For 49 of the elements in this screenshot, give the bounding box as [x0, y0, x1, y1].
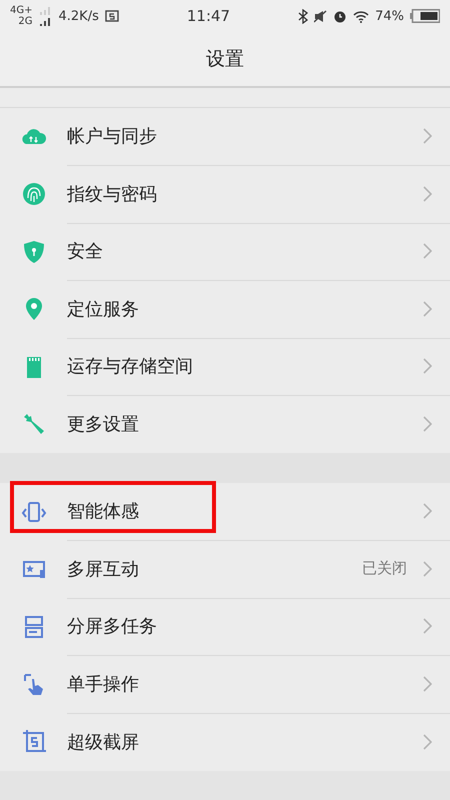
chevron-right-icon — [423, 618, 432, 634]
chevron-right-icon — [423, 560, 432, 577]
item-label: 多屏互动 — [67, 558, 140, 581]
chevron-right-icon — [423, 358, 432, 374]
battery-percent: 74% — [375, 8, 404, 24]
settings-item[interactable]: 帐户与同步 — [0, 108, 450, 166]
settings-item[interactable]: 超级截屏 — [0, 713, 450, 770]
settings-item[interactable]: 智能体感 — [0, 483, 450, 540]
clock: 11:47 — [186, 7, 230, 25]
screenshot-icon — [104, 10, 119, 22]
network-type: 4G+ — [10, 5, 32, 16]
item-label: 定位服务 — [67, 298, 140, 321]
network-speed: 4.2K/s — [58, 8, 99, 24]
chevron-right-icon — [423, 243, 432, 260]
chevron-right-icon — [423, 416, 432, 432]
chevron-right-icon — [423, 676, 432, 692]
item-label: 更多设置 — [67, 413, 140, 436]
page-title: 设置 — [206, 47, 244, 72]
chevron-right-icon — [423, 186, 432, 202]
item-label: 帐户与同步 — [67, 125, 158, 148]
item-label: 指纹与密码 — [67, 182, 158, 206]
network-type: 2G — [18, 16, 32, 27]
settings-item[interactable]: 运存与存储空间 — [0, 338, 450, 396]
chevron-right-icon — [423, 300, 432, 317]
item-label: 单手操作 — [67, 672, 140, 696]
settings-item[interactable]: 单手操作 — [0, 656, 450, 713]
settings-item[interactable]: 多屏互动 已关闭 — [0, 540, 450, 598]
bluetooth-icon — [298, 8, 308, 24]
item-label: 分屏多任务 — [67, 615, 158, 638]
settings-item[interactable]: 指纹与密码 — [0, 166, 450, 223]
wifi-icon — [353, 10, 370, 22]
chevron-right-icon — [423, 503, 432, 520]
settings-item[interactable]: 安全 — [0, 223, 450, 280]
chevron-right-icon — [423, 128, 432, 144]
settings-item[interactable]: 分屏多任务 — [0, 598, 450, 656]
item-status: 已关闭 — [362, 559, 407, 578]
battery-icon — [410, 9, 440, 23]
settings-item[interactable]: 定位服务 — [0, 280, 450, 338]
settings-item[interactable]: 更多设置 — [0, 396, 450, 453]
item-label: 智能体感 — [67, 500, 140, 524]
item-label: 安全 — [67, 240, 104, 264]
signal-icon — [38, 5, 52, 27]
alarm-icon — [333, 9, 348, 23]
item-label: 超级截屏 — [67, 730, 140, 754]
mute-icon — [314, 10, 328, 22]
chevron-right-icon — [423, 734, 432, 750]
item-label: 运存与存储空间 — [67, 355, 194, 378]
screenshot-icon — [20, 728, 46, 755]
fingerprint-icon — [20, 181, 46, 208]
